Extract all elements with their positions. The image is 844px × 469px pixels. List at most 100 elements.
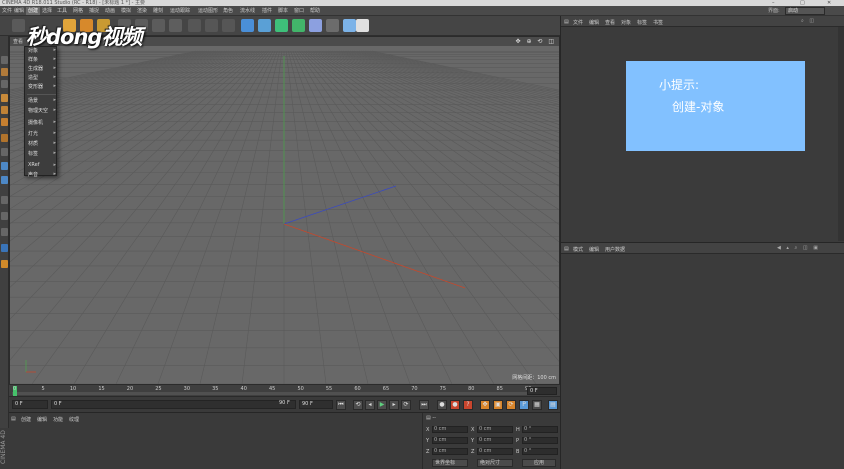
texture-mode-icon[interactable] [1, 80, 8, 88]
dropdown-item-generator[interactable]: 生成器 ▸ [28, 65, 56, 72]
menu-select[interactable]: 选择 [42, 7, 52, 15]
dropdown-item-tag[interactable]: 标签 ▸ [28, 150, 56, 157]
menu-file[interactable]: 文件 [2, 7, 12, 15]
size-z-field[interactable]: 0 cm [477, 448, 513, 455]
materials-menu-texture[interactable]: 纹理 [69, 416, 79, 423]
menu-simulate[interactable]: 模拟 [121, 7, 131, 15]
objmgr-menu-objects[interactable]: 对象 [621, 19, 631, 26]
model-mode-icon[interactable] [1, 68, 8, 76]
rotation-h-field[interactable]: 0 ° [522, 426, 558, 433]
viewport-menu-view[interactable]: 查看 [13, 38, 23, 45]
position-z-field[interactable]: 0 cm [432, 448, 468, 455]
next-key-icon[interactable]: ⟳ [401, 400, 411, 410]
apply-button[interactable]: 应用 [522, 459, 556, 467]
autokey-icon[interactable]: ● [450, 400, 460, 410]
objmgr-menu-tags[interactable]: 标签 [637, 19, 647, 26]
snap-icon[interactable] [1, 148, 8, 156]
objmgr-menu-edit[interactable]: 编辑 [589, 19, 599, 26]
dropdown-item-deformer[interactable]: 变形器 ▸ [28, 83, 56, 90]
sculpt-icon[interactable] [1, 244, 8, 252]
render-settings-icon[interactable] [222, 19, 235, 32]
menu-script[interactable]: 脚本 [278, 7, 288, 15]
menu-window[interactable]: 窗口 [294, 7, 304, 15]
make-editable-icon[interactable] [1, 56, 8, 64]
attrmgr-nav-icons[interactable]: ◀ ▴ ⌕ ◫ ▣ [777, 245, 820, 251]
quantize-icon[interactable] [1, 176, 8, 184]
attrmgr-menu-edit[interactable]: 编辑 [589, 246, 599, 253]
render-picture-viewer-icon[interactable] [205, 19, 218, 32]
key-parameter-icon[interactable]: P [519, 400, 529, 410]
3d-viewport[interactable]: 查看 摄像机 显示 选项 过滤 面板 ✥ ⊕ ⟲ ◫ 网格间距：100 cm [9, 36, 560, 385]
rotation-b-field[interactable]: 0 ° [522, 448, 558, 455]
prev-frame-icon[interactable]: ◂ [365, 400, 375, 410]
key-scale-icon[interactable]: ▣ [493, 400, 503, 410]
objmgr-menu-file[interactable]: 文件 [573, 19, 583, 26]
menu-pipeline[interactable]: 流水线 [240, 7, 255, 15]
play-icon[interactable]: ▶ [377, 400, 387, 410]
materials-menu-edit[interactable]: 编辑 [37, 416, 47, 423]
undo-icon[interactable] [12, 19, 25, 32]
dropdown-item-camera[interactable]: 摄像机 ▸ [28, 119, 56, 126]
dropdown-item-xref[interactable]: XRef ▸ [28, 162, 56, 168]
enable-axis-icon[interactable] [1, 134, 8, 142]
pen-spline-icon[interactable] [258, 19, 271, 32]
key-help-icon[interactable]: ? [463, 400, 473, 410]
objmgr-menu-view[interactable]: 查看 [605, 19, 615, 26]
z-axis-lock-icon[interactable] [152, 19, 165, 32]
menu-create[interactable]: 创建 [26, 7, 41, 15]
camera-icon[interactable] [326, 19, 339, 32]
position-y-field[interactable]: 0 cm [432, 437, 468, 444]
coordinate-mode-select[interactable]: 世界坐标 [432, 459, 468, 467]
lock-workplane-icon[interactable] [1, 212, 8, 220]
array-icon[interactable] [292, 19, 305, 32]
record-key-icon[interactable]: ● [437, 400, 447, 410]
start-frame-field[interactable]: 0 F [12, 400, 48, 409]
menu-motion-tracking[interactable]: 运动跟踪 [170, 7, 190, 15]
menu-plugins[interactable]: 插件 [262, 7, 272, 15]
go-to-end-icon[interactable]: ⏭ [419, 400, 429, 410]
attrmgr-menu-userdata[interactable]: 用户数据 [605, 246, 625, 253]
polygons-mode-icon[interactable] [1, 118, 8, 126]
light-icon[interactable] [356, 19, 369, 32]
dropdown-item-material[interactable]: 材质 ▸ [28, 140, 56, 147]
rotation-p-field[interactable]: 0 ° [522, 437, 558, 444]
edges-mode-icon[interactable] [1, 106, 8, 114]
cube-icon[interactable] [241, 19, 254, 32]
viewport-nav-icons[interactable]: ✥ ⊕ ⟲ ◫ [516, 38, 556, 45]
menu-mesh[interactable]: 网格 [73, 7, 83, 15]
points-mode-icon[interactable] [1, 94, 8, 102]
next-frame-icon[interactable]: ▸ [389, 400, 399, 410]
menu-edit[interactable]: 编辑 [14, 7, 24, 15]
menu-snap[interactable]: 捕捉 [89, 7, 99, 15]
position-x-field[interactable]: 0 cm [432, 426, 468, 433]
menu-sculpt[interactable]: 雕刻 [153, 7, 163, 15]
timeline-ruler[interactable]: 051015202530354045505560657075808590 0 F [9, 385, 560, 397]
dropdown-item-modeling[interactable]: 造型 ▸ [28, 74, 56, 81]
viewport-solo-icon[interactable] [1, 228, 8, 236]
materials-menu-create[interactable]: 创建 [21, 416, 31, 423]
objmgr-search-icon[interactable]: ⌕ ◫ [801, 18, 816, 24]
prev-key-icon[interactable]: ⟲ [353, 400, 363, 410]
dropdown-item-object[interactable]: 对象 ▸ [28, 47, 56, 54]
size-y-field[interactable]: 0 cm [477, 437, 513, 444]
timeline-window-icon[interactable]: ▤ [548, 400, 558, 410]
dropdown-item-spline[interactable]: 样条 ▸ [28, 56, 56, 63]
dropdown-item-physical-sky[interactable]: 物理天空 ▸ [28, 107, 56, 114]
dropdown-item-light[interactable]: 灯光 ▸ [28, 130, 56, 137]
dropdown-item-scene[interactable]: 场景 ▸ [28, 97, 56, 104]
key-pla-icon[interactable]: ▦ [532, 400, 542, 410]
size-mode-select[interactable]: 绝对尺寸 [477, 459, 513, 467]
workplane-icon[interactable] [1, 162, 8, 170]
menu-character[interactable]: 角色 [223, 7, 233, 15]
menu-tools[interactable]: 工具 [57, 7, 67, 15]
menu-render[interactable]: 渲染 [137, 7, 147, 15]
dropdown-item-sound[interactable]: 声音 ▸ [28, 171, 56, 178]
preview-min-field[interactable]: 0 F [51, 400, 296, 409]
render-view-icon[interactable] [188, 19, 201, 32]
timeline-track[interactable] [12, 392, 527, 395]
key-rotation-icon[interactable]: ⟳ [506, 400, 516, 410]
paint-icon[interactable] [1, 260, 8, 268]
menu-animate[interactable]: 动画 [105, 7, 115, 15]
layout-select[interactable]: 启动 [785, 7, 825, 15]
coordinate-system-icon[interactable] [169, 19, 182, 32]
